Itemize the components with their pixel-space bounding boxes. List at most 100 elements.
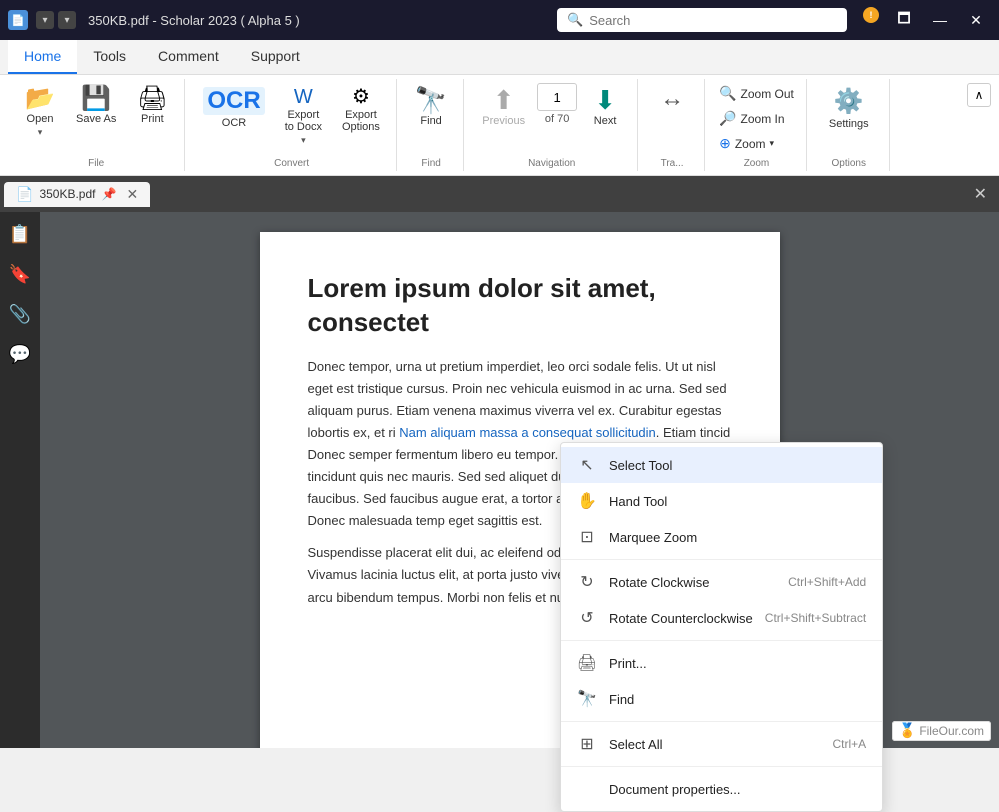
ctx-hand-tool-label: Hand Tool [609, 494, 866, 509]
next-label: Next [594, 115, 617, 127]
ctx-print[interactable]: 🖨 Print... [561, 645, 882, 681]
save-as-label: Save As [76, 113, 116, 125]
ocr-label: OCR [222, 117, 246, 129]
pdf-link[interactable]: Nam aliquam massa a consequat sollicitud… [399, 425, 656, 440]
titlebar-dropdown-btn[interactable]: ▾ [58, 11, 76, 29]
titlebar-window-controls: ! 🗖 — ✕ [863, 7, 991, 33]
ctx-find-icon: 🔭 [577, 689, 597, 709]
minimize-button[interactable]: — [925, 7, 955, 33]
ctx-select-all-shortcut: Ctrl+A [833, 737, 867, 751]
document-tab[interactable]: 📄 350KB.pdf 📌 ✕ [4, 182, 150, 207]
transform-group-items: ↔ [648, 83, 696, 154]
ctx-rotate-cw-icon: ↻ [577, 572, 597, 592]
sidebar-comments-icon[interactable]: 💬 [6, 340, 34, 368]
search-icon: 🔍 [567, 12, 583, 28]
ribbon-tabs: Home Tools Comment Support [0, 40, 999, 75]
ctx-marquee-zoom[interactable]: ⊡ Marquee Zoom [561, 519, 882, 555]
find-group-items: 🔭 Find [407, 83, 455, 154]
open-button[interactable]: 📂 Open ▾ [16, 83, 64, 142]
transform-icon: ↔ [660, 87, 684, 111]
find-label: Find [420, 115, 441, 127]
settings-button[interactable]: ⚙️ Settings [817, 83, 881, 134]
ctx-hand-tool-icon: ✋ [577, 491, 597, 511]
export-options-label: ExportOptions [342, 109, 380, 133]
ocr-button[interactable]: OCR OCR [195, 83, 272, 133]
ribbon-group-zoom: 🔍 Zoom Out 🔎 Zoom In ⊕ Zoom ▾ Zoom [707, 79, 807, 171]
tab-home[interactable]: Home [8, 40, 77, 74]
ribbon-collapse-button[interactable]: ∧ [967, 83, 991, 107]
ctx-rotate-cw[interactable]: ↻ Rotate Clockwise Ctrl+Shift+Add [561, 564, 882, 600]
ribbon-group-transform: ↔ Tra... [640, 79, 705, 171]
tab-close-button[interactable]: ✕ [126, 186, 138, 203]
ctx-hand-tool[interactable]: ✋ Hand Tool [561, 483, 882, 519]
ctx-rotate-ccw[interactable]: ↺ Rotate Counterclockwise Ctrl+Shift+Sub… [561, 600, 882, 636]
titlebar: 📄 ▾ ▾ 350KB.pdf - Scholar 2023 ( Alpha 5… [0, 0, 999, 40]
app-icon: 📄 [8, 10, 28, 30]
next-icon: ⬇ [594, 87, 616, 113]
tab-bar: 📄 350KB.pdf 📌 ✕ ✕ [0, 176, 999, 212]
open-label: Open [27, 113, 54, 125]
zoom-button[interactable]: ⊕ Zoom ▾ [715, 133, 778, 154]
tab-area-close-button[interactable]: ✕ [966, 180, 995, 208]
ocr-icon: OCR [203, 87, 264, 115]
page-number-input[interactable] [537, 83, 577, 111]
zoom-out-button[interactable]: 🔍 Zoom Out [715, 83, 798, 104]
print-button[interactable]: 🖨 Print [128, 83, 176, 129]
export-docx-icon: W [294, 87, 313, 107]
watermark: 🏅 FileOur.com [892, 722, 991, 740]
page-input-group: of 70 [537, 83, 577, 125]
zoom-label: Zoom [735, 137, 766, 151]
export-options-button[interactable]: ⚙ ExportOptions [334, 83, 388, 137]
ctx-select-all[interactable]: ⊞ Select All Ctrl+A [561, 726, 882, 762]
previous-icon: ⬆ [493, 87, 515, 113]
tab-support[interactable]: Support [235, 40, 316, 74]
convert-group-label: Convert [274, 158, 309, 171]
maximize-button[interactable]: 🗖 [889, 7, 919, 33]
previous-label: Previous [482, 115, 525, 127]
ribbon-group-navigation: ⬆ Previous of 70 ⬇ Next Navigation [466, 79, 638, 171]
close-button[interactable]: ✕ [961, 7, 991, 33]
search-bar[interactable]: 🔍 [557, 8, 847, 32]
transform-button[interactable]: ↔ [648, 83, 696, 115]
ribbon-group-file: 📂 Open ▾ 💾 Save As 🖨 Print File [8, 79, 185, 171]
save-as-button[interactable]: 💾 Save As [68, 83, 124, 129]
ctx-find[interactable]: 🔭 Find [561, 681, 882, 717]
ctx-rotate-ccw-shortcut: Ctrl+Shift+Subtract [765, 611, 866, 625]
tab-pin-icon[interactable]: 📌 [101, 187, 116, 201]
ctx-select-tool[interactable]: ↖ Select Tool [561, 447, 882, 483]
open-dropdown-arrow: ▾ [38, 127, 43, 138]
find-button[interactable]: 🔭 Find [407, 83, 455, 131]
sidebar-bookmarks-icon[interactable]: 🔖 [6, 260, 34, 288]
next-button[interactable]: ⬇ Next [581, 83, 629, 131]
tab-filename: 350KB.pdf [39, 187, 95, 201]
page-total: of 70 [545, 113, 569, 125]
navigation-group-label: Navigation [528, 158, 575, 171]
ctx-divider-2 [561, 640, 882, 641]
ctx-divider-3 [561, 721, 882, 722]
zoom-out-icon: 🔍 [719, 85, 736, 102]
search-input[interactable] [589, 13, 837, 28]
ribbon-group-options: ⚙️ Settings Options [809, 79, 890, 171]
ctx-doc-properties[interactable]: Document properties... [561, 771, 882, 807]
titlebar-back-btn[interactable]: ▾ [36, 11, 54, 29]
ctx-marquee-zoom-icon: ⊡ [577, 527, 597, 547]
watermark-text: 🏅 FileOur.com [892, 721, 991, 741]
previous-button[interactable]: ⬆ Previous [474, 83, 533, 131]
tab-comment[interactable]: Comment [142, 40, 235, 74]
transform-group-label: Tra... [661, 158, 684, 171]
tab-tools[interactable]: Tools [77, 40, 142, 74]
ctx-rotate-cw-label: Rotate Clockwise [609, 575, 776, 590]
save-as-icon: 💾 [81, 87, 111, 111]
notification-badge: ! [863, 7, 879, 23]
zoom-group-label: Zoom [744, 158, 770, 171]
file-group-items: 📂 Open ▾ 💾 Save As 🖨 Print [16, 83, 176, 154]
sidebar-attachments-icon[interactable]: 📎 [6, 300, 34, 328]
export-docx-label: Exportto Docx [285, 109, 322, 133]
zoom-in-button[interactable]: 🔎 Zoom In [715, 108, 788, 129]
find-group-label: Find [421, 158, 440, 171]
print-label: Print [141, 113, 164, 125]
export-docx-button[interactable]: W Exportto Docx ▾ [277, 83, 330, 150]
file-group-label: File [88, 158, 104, 171]
sidebar-pages-icon[interactable]: 📋 [6, 220, 34, 248]
options-group-label: Options [832, 158, 866, 171]
